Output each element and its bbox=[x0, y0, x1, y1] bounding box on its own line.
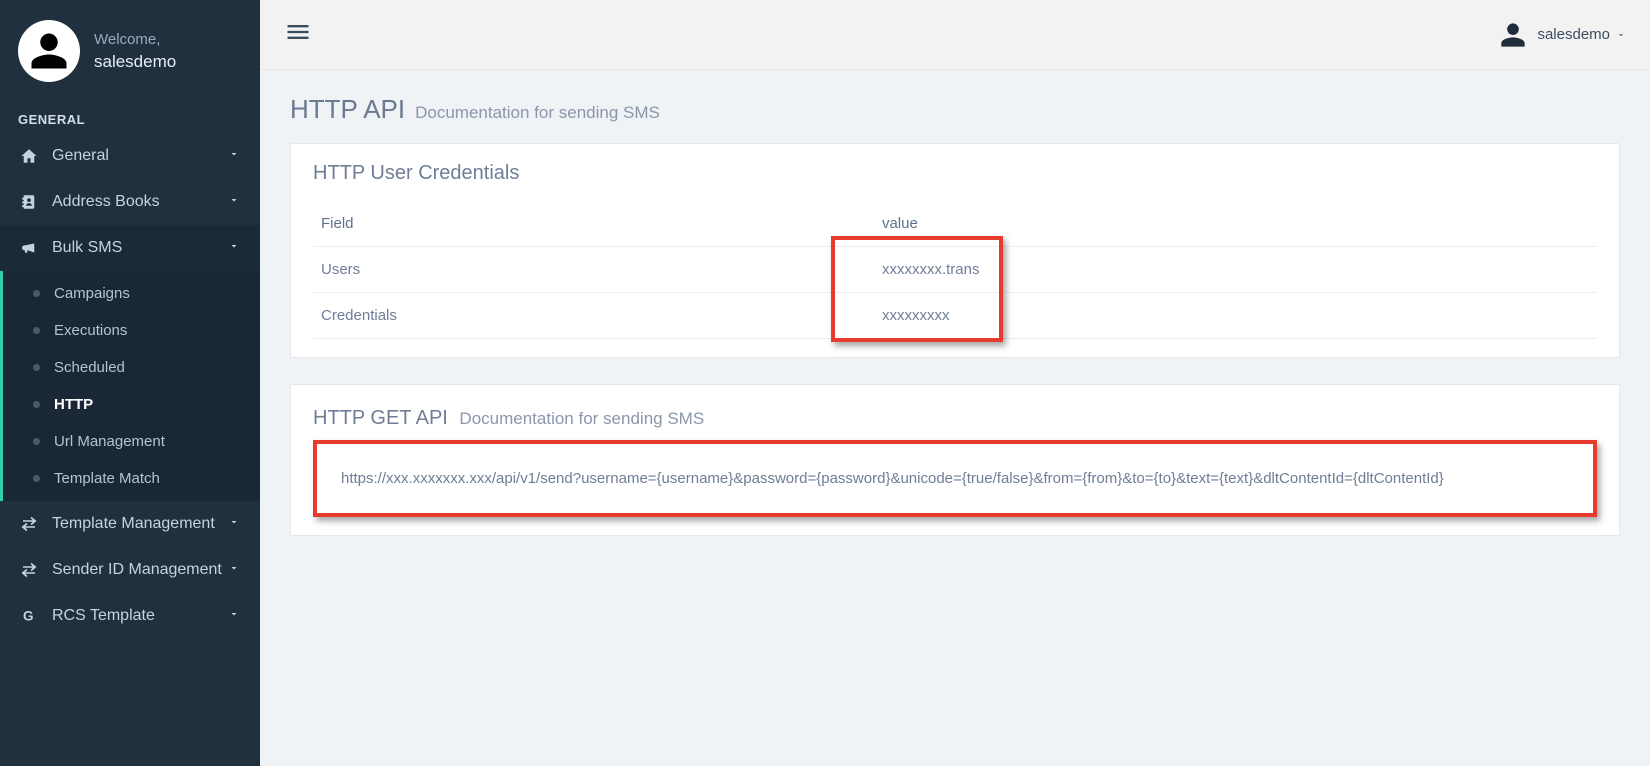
address-book-icon bbox=[18, 193, 40, 211]
sidebar-item-sender-id-management[interactable]: Sender ID Management bbox=[0, 547, 260, 593]
sidebar-sub-http[interactable]: HTTP bbox=[3, 386, 260, 423]
sidebar-sub-label: Template Match bbox=[54, 470, 160, 487]
credentials-panel: HTTP User Credentials Field value Users … bbox=[290, 143, 1620, 358]
user-menu-label: salesdemo bbox=[1537, 26, 1610, 43]
bullet-icon bbox=[33, 438, 40, 445]
page-title: HTTP API Documentation for sending SMS bbox=[290, 94, 1620, 125]
sidebar-sub-campaigns[interactable]: Campaigns bbox=[3, 275, 260, 312]
sidebar-item-rcs-template[interactable]: G RCS Template bbox=[0, 593, 260, 639]
api-url-box: https://xxx.xxxxxxx.xxx/api/v1/send?user… bbox=[313, 440, 1597, 517]
sidebar-item-general[interactable]: General bbox=[0, 133, 260, 179]
sidebar-sub-label: Campaigns bbox=[54, 285, 130, 302]
chevron-down-icon bbox=[228, 607, 242, 625]
menu-toggle-button[interactable] bbox=[284, 18, 312, 51]
chevron-down-icon bbox=[228, 561, 242, 579]
sidebar-sub-label: HTTP bbox=[54, 396, 93, 413]
sidebar-username: salesdemo bbox=[94, 52, 176, 72]
get-api-title-main: HTTP GET API bbox=[313, 407, 448, 429]
g-letter-icon: G bbox=[18, 607, 40, 625]
sidebar-sub-url-management[interactable]: Url Management bbox=[3, 423, 260, 460]
user-menu[interactable]: salesdemo bbox=[1499, 21, 1626, 49]
cell-value: xxxxxxxxx bbox=[878, 293, 1597, 339]
table-header-row: Field value bbox=[313, 201, 1597, 247]
sidebar-profile: Welcome, salesdemo bbox=[0, 0, 260, 106]
sidebar-item-label: RCS Template bbox=[52, 607, 228, 625]
chevron-down-icon bbox=[228, 147, 242, 165]
home-icon bbox=[18, 147, 40, 165]
sidebar: Welcome, salesdemo GENERAL General Addre… bbox=[0, 0, 260, 766]
sidebar-item-label: Sender ID Management bbox=[52, 561, 228, 579]
sidebar-item-label: General bbox=[52, 147, 228, 165]
sidebar-sub-label: Executions bbox=[54, 322, 127, 339]
sidebar-sub-executions[interactable]: Executions bbox=[3, 312, 260, 349]
swap-icon bbox=[18, 515, 40, 533]
credentials-panel-title: HTTP User Credentials bbox=[313, 162, 1597, 185]
sidebar-sub-scheduled[interactable]: Scheduled bbox=[3, 349, 260, 386]
bullet-icon bbox=[33, 290, 40, 297]
person-icon bbox=[28, 30, 70, 72]
sidebar-item-address-books[interactable]: Address Books bbox=[0, 179, 260, 225]
cell-field: Credentials bbox=[313, 293, 878, 339]
credentials-table: Field value Users xxxxxxxx.trans Credent… bbox=[313, 201, 1597, 339]
sidebar-subnav-bulk-sms: Campaigns Executions Scheduled HTTP Url … bbox=[0, 271, 260, 501]
get-api-title-sub: Documentation for sending SMS bbox=[459, 409, 704, 428]
cell-value: xxxxxxxx.trans bbox=[878, 247, 1597, 293]
chevron-down-icon bbox=[1616, 30, 1626, 40]
person-icon bbox=[1499, 21, 1527, 49]
sidebar-item-label: Template Management bbox=[52, 515, 228, 533]
sidebar-item-template-management[interactable]: Template Management bbox=[0, 501, 260, 547]
bullet-icon bbox=[33, 401, 40, 408]
th-value: value bbox=[878, 201, 1597, 247]
table-row: Credentials xxxxxxxxx bbox=[313, 293, 1597, 339]
avatar bbox=[18, 20, 80, 82]
chevron-down-icon bbox=[228, 515, 242, 533]
swap-icon bbox=[18, 561, 40, 579]
main-area: salesdemo HTTP API Documentation for sen… bbox=[260, 0, 1650, 766]
page-title-main: HTTP API bbox=[290, 94, 405, 125]
get-api-panel: HTTP GET API Documentation for sending S… bbox=[290, 384, 1620, 536]
bullet-icon bbox=[33, 475, 40, 482]
sidebar-item-bulk-sms[interactable]: Bulk SMS bbox=[0, 225, 260, 271]
bullet-icon bbox=[33, 364, 40, 371]
sidebar-section-general: GENERAL bbox=[0, 106, 260, 133]
page-title-subtitle: Documentation for sending SMS bbox=[415, 103, 660, 123]
get-api-panel-title: HTTP GET API Documentation for sending S… bbox=[313, 407, 1597, 430]
th-field: Field bbox=[313, 201, 878, 247]
sidebar-sub-label: Url Management bbox=[54, 433, 165, 450]
sidebar-sub-template-match[interactable]: Template Match bbox=[3, 460, 260, 497]
chevron-down-icon bbox=[228, 193, 242, 211]
svg-text:G: G bbox=[23, 609, 34, 624]
cell-field: Users bbox=[313, 247, 878, 293]
bullhorn-icon bbox=[18, 239, 40, 257]
chevron-down-icon bbox=[228, 239, 242, 257]
hamburger-icon bbox=[284, 18, 312, 46]
table-row: Users xxxxxxxx.trans bbox=[313, 247, 1597, 293]
topbar: salesdemo bbox=[260, 0, 1650, 70]
sidebar-item-label: Address Books bbox=[52, 193, 228, 211]
welcome-text: Welcome, bbox=[94, 31, 176, 48]
sidebar-item-label: Bulk SMS bbox=[52, 239, 228, 257]
api-url-text: https://xxx.xxxxxxx.xxx/api/v1/send?user… bbox=[341, 470, 1444, 487]
sidebar-sub-label: Scheduled bbox=[54, 359, 125, 376]
bullet-icon bbox=[33, 327, 40, 334]
